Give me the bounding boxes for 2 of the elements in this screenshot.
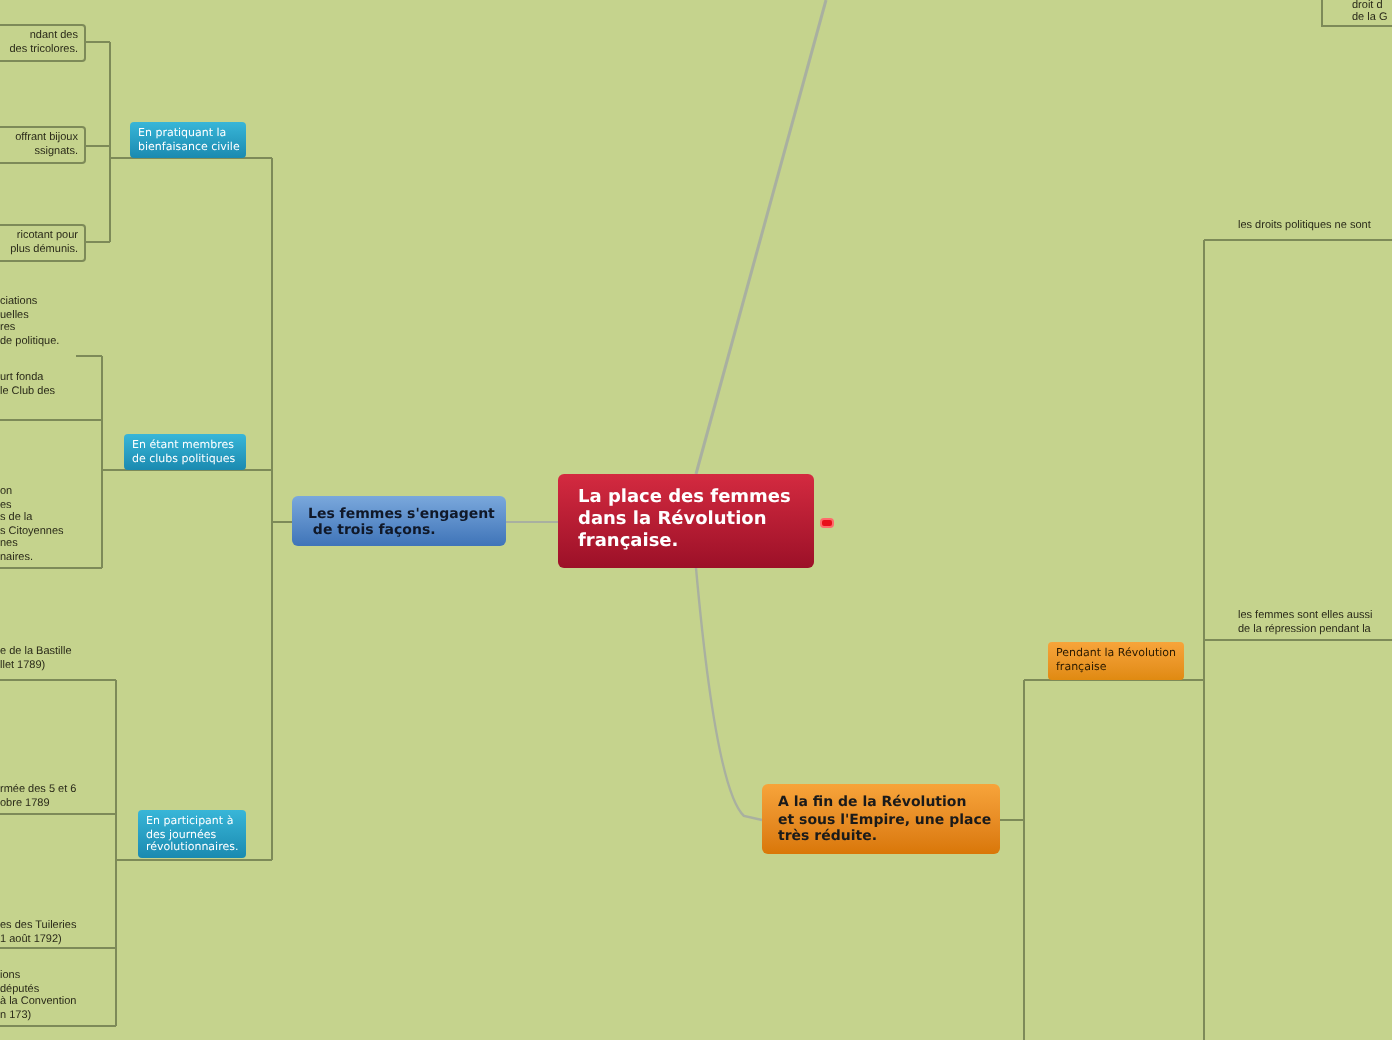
marker-icon xyxy=(820,518,834,528)
central-topic[interactable]: La place des femmes dans la Révolution française. xyxy=(558,474,814,568)
